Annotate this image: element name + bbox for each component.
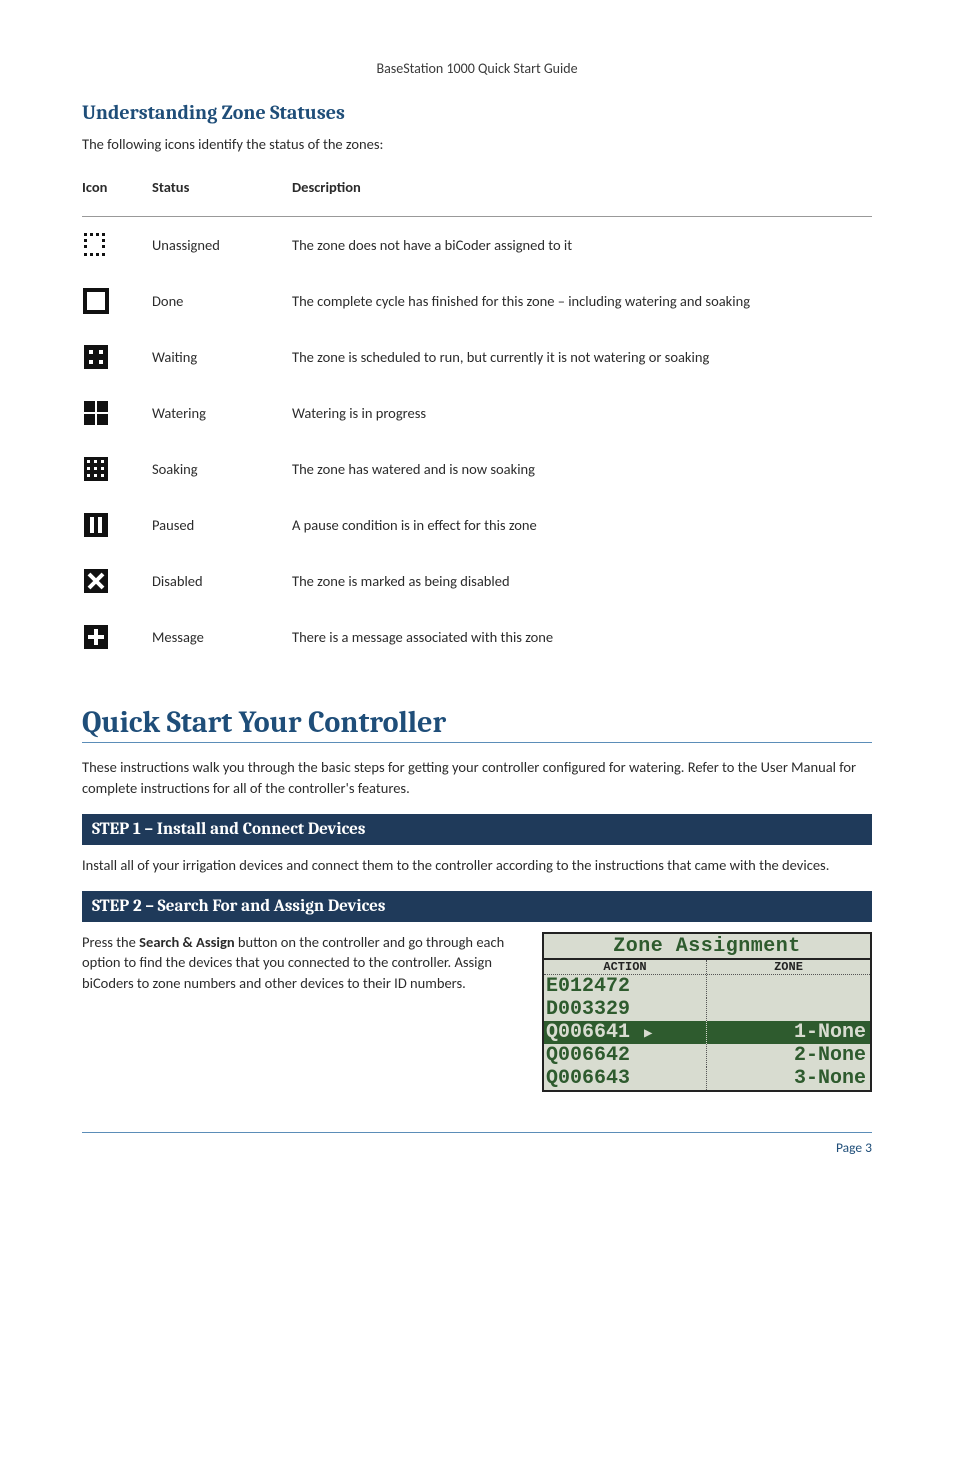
step2-body-bold: Search & Assign	[139, 933, 234, 951]
page-footer: Page 3	[82, 1132, 872, 1156]
table-row: Waiting The zone is scheduled to run, bu…	[82, 329, 872, 385]
zone-status-table: Icon Status Description Unassigned The z…	[82, 170, 872, 665]
status-description: The zone has watered and is now soaking	[292, 441, 872, 497]
status-label: Waiting	[152, 329, 292, 385]
lcd-action: Q006642	[544, 1044, 707, 1067]
lcd-action: E012472	[544, 975, 707, 998]
lcd-row: Q006643 3-None	[544, 1067, 870, 1090]
status-description: The zone does not have a biCoder assigne…	[292, 217, 872, 274]
th-description: Description	[292, 170, 872, 217]
status-description: The zone is scheduled to run, but curren…	[292, 329, 872, 385]
table-row: Disabled The zone is marked as being dis…	[82, 553, 872, 609]
status-label: Paused	[152, 497, 292, 553]
step2-bar: STEP 2 – Search For and Assign Devices	[82, 891, 872, 922]
lcd-zone: 1-None	[707, 1021, 870, 1044]
lcd-row: Q006641 ▶1-None	[544, 1021, 870, 1044]
section-intro-understanding: The following icons identify the status …	[82, 134, 872, 154]
th-status: Status	[152, 170, 292, 217]
lcd-action: Q006641 ▶	[544, 1021, 707, 1044]
table-row: Paused A pause condition is in effect fo…	[82, 497, 872, 553]
step1-bar: STEP 1 – Install and Connect Devices	[82, 814, 872, 845]
waiting-icon	[82, 343, 110, 371]
status-label: Message	[152, 609, 292, 665]
status-label: Watering	[152, 385, 292, 441]
disabled-icon	[82, 567, 110, 595]
watering-icon	[82, 399, 110, 427]
status-label: Done	[152, 273, 292, 329]
lcd-screenshot: Zone Assignment ACTION ZONE E012472 D003…	[542, 932, 872, 1092]
table-row: Soaking The zone has watered and is now …	[82, 441, 872, 497]
table-row: Watering Watering is in progress	[82, 385, 872, 441]
lcd-row: Q006642 2-None	[544, 1044, 870, 1067]
lcd-row: E012472	[544, 975, 870, 998]
table-row: Unassigned The zone does not have a biCo…	[82, 217, 872, 274]
th-icon: Icon	[82, 170, 152, 217]
table-row: Done The complete cycle has finished for…	[82, 273, 872, 329]
status-label: Disabled	[152, 553, 292, 609]
section-title-quickstart: Quick Start Your Controller	[82, 705, 872, 743]
lcd-zone	[707, 975, 870, 998]
lcd-zone: 2-None	[707, 1044, 870, 1067]
selection-arrow-icon: ▶	[642, 1026, 652, 1042]
lcd-title: Zone Assignment	[544, 934, 870, 960]
status-label: Unassigned	[152, 217, 292, 274]
status-description: There is a message associated with this …	[292, 609, 872, 665]
section-title-understanding: Understanding Zone Statuses	[82, 101, 872, 124]
step2-body: Press the Search & Assign button on the …	[82, 932, 518, 993]
done-icon	[82, 287, 110, 315]
lcd-zone: 3-None	[707, 1067, 870, 1090]
unassigned-icon	[82, 231, 110, 259]
status-description: Watering is in progress	[292, 385, 872, 441]
lcd-header-zone: ZONE	[707, 960, 870, 974]
table-row: Message There is a message associated wi…	[82, 609, 872, 665]
paused-icon	[82, 511, 110, 539]
page-header: BaseStation 1000 Quick Start Guide	[82, 60, 872, 77]
lcd-zone	[707, 998, 870, 1021]
soaking-icon	[82, 455, 110, 483]
status-label: Soaking	[152, 441, 292, 497]
status-description: The complete cycle has finished for this…	[292, 273, 872, 329]
step1-body: Install all of your irrigation devices a…	[82, 855, 872, 875]
quickstart-intro: These instructions walk you through the …	[82, 757, 872, 798]
lcd-action: Q006643	[544, 1067, 707, 1090]
lcd-action: D003329	[544, 998, 707, 1021]
lcd-row: D003329	[544, 998, 870, 1021]
message-icon	[82, 623, 110, 651]
lcd-header-action: ACTION	[544, 960, 707, 974]
status-description: The zone is marked as being disabled	[292, 553, 872, 609]
step2-body-pre: Press the	[82, 933, 139, 951]
status-description: A pause condition is in effect for this …	[292, 497, 872, 553]
